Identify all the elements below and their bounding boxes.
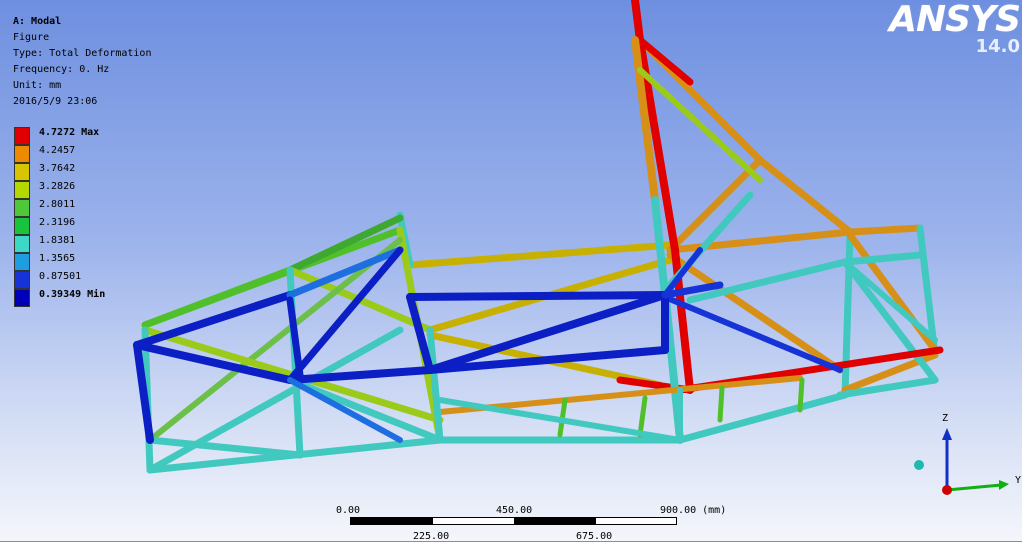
scale-label-675: 675.00 — [576, 531, 613, 542]
legend-label: 0.87501 — [39, 271, 82, 282]
frame-model[interactable] — [133, 0, 944, 474]
legend-swatch — [14, 163, 30, 181]
legend-swatch — [14, 127, 30, 145]
legend-label: 4.7272 Max — [39, 127, 100, 138]
legend-label: 2.8011 — [39, 199, 76, 210]
legend-label: 4.2457 — [39, 145, 76, 156]
analysis-title: A: Modal — [13, 16, 62, 27]
model-viewport[interactable] — [0, 0, 1022, 541]
scale-label-225: 225.00 — [413, 531, 450, 542]
info-line-object: Figure — [13, 32, 50, 43]
logo-version: 14.0 — [975, 36, 1020, 57]
legend-swatch — [14, 235, 30, 253]
scale-bar-graphic — [350, 517, 677, 525]
legend-label: 3.7642 — [39, 163, 76, 174]
axis-y-label: Y — [1015, 475, 1022, 486]
scale-label-900: 900.00 (mm) — [660, 505, 727, 516]
info-line-timestamp: 2016/5/9 23:06 — [13, 96, 98, 107]
legend-swatch — [14, 289, 30, 307]
legend-label: 3.2826 — [39, 181, 76, 192]
legend-swatch — [14, 145, 30, 163]
axis-triad[interactable]: Z Y — [905, 410, 1022, 500]
legend-swatch — [14, 253, 30, 271]
legend-swatch — [14, 181, 30, 199]
info-line-unit: Unit: mm — [13, 80, 62, 91]
scale-label-0: 0.00 — [336, 505, 361, 516]
legend-swatch — [14, 199, 30, 217]
ansys-logo: ANSYS 14.0 — [889, 0, 1022, 56]
legend-label: 0.39349 Min — [39, 289, 106, 300]
axis-triad-graphic — [914, 428, 1009, 495]
legend-swatch — [14, 217, 30, 235]
legend-label: 1.3565 — [39, 253, 76, 264]
info-line-type: Type: Total Deformation — [13, 48, 152, 59]
result-info-panel: A: Modal Figure Type: Total Deformation … — [13, 14, 151, 110]
legend-label: 1.8381 — [39, 235, 76, 246]
logo-name: ANSYS — [889, 0, 1021, 40]
axis-z-label: Z — [942, 413, 949, 424]
legend-swatch — [14, 271, 30, 289]
info-line-frequency: Frequency: 0. Hz — [13, 64, 110, 75]
scale-label-450: 450.00 — [496, 505, 533, 516]
legend-label: 2.3196 — [39, 217, 76, 228]
